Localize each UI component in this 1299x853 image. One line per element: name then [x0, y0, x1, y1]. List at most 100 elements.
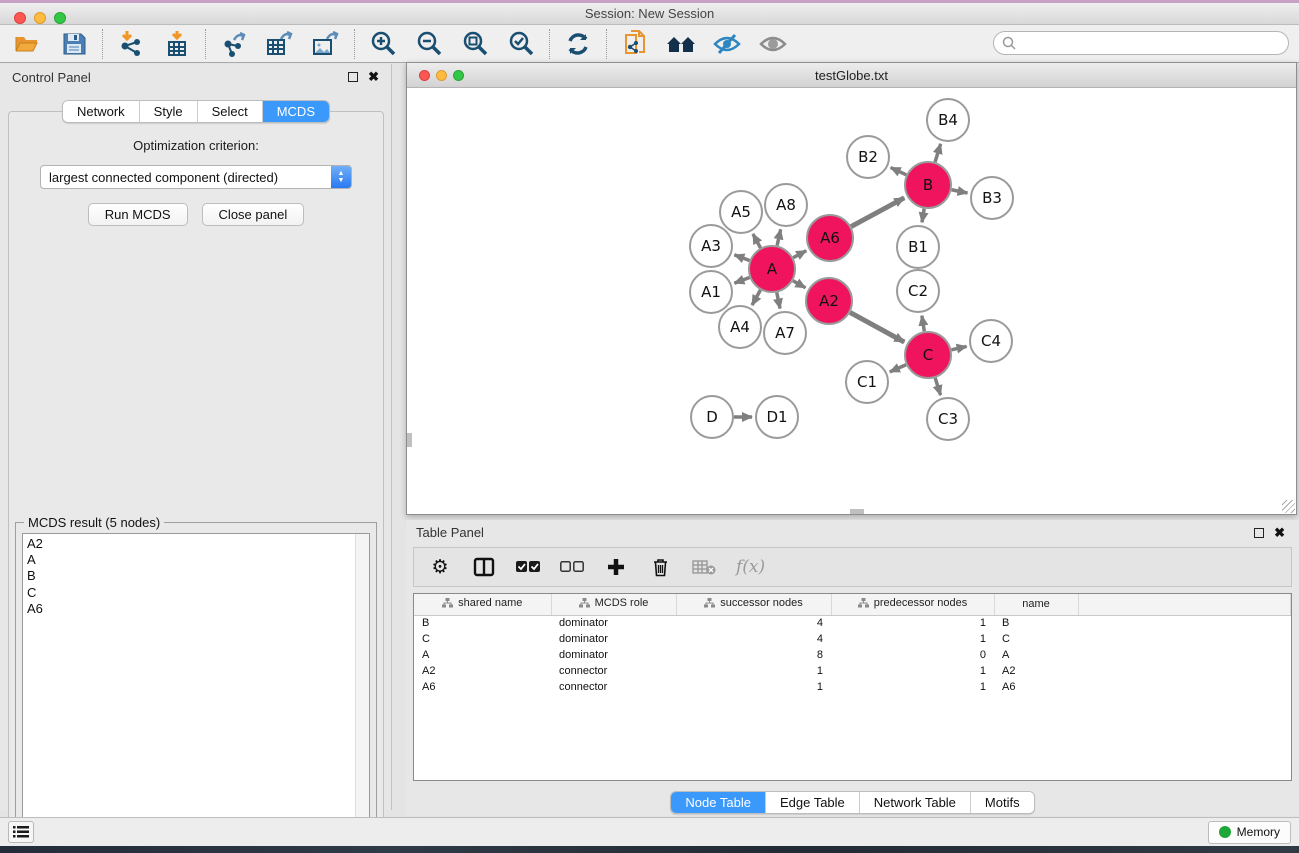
save-session-button[interactable]	[58, 28, 90, 60]
zoom-network-button[interactable]	[453, 70, 464, 81]
graph-node-B4[interactable]: B4	[927, 99, 969, 141]
close-table-panel-icon[interactable]: ✖	[1274, 528, 1285, 538]
edge-C-C2[interactable]	[922, 316, 924, 332]
table-cell[interactable]: 1	[831, 679, 994, 695]
table-cell[interactable]: A	[414, 647, 551, 663]
graph-node-B3[interactable]: B3	[971, 177, 1013, 219]
table-cell[interactable]: 4	[676, 631, 831, 647]
hide-selected-button[interactable]	[711, 28, 743, 60]
zoom-window-button[interactable]	[54, 12, 66, 24]
graph-node-D1[interactable]: D1	[756, 396, 798, 438]
close-panel-button[interactable]: Close panel	[202, 203, 305, 226]
delete-table-button[interactable]	[692, 553, 716, 581]
list-scrollbar[interactable]	[355, 534, 369, 852]
column-header-successor-nodes[interactable]: successor nodes	[676, 594, 831, 615]
run-mcds-button[interactable]: Run MCDS	[88, 203, 188, 226]
node-table[interactable]: shared nameMCDS rolesuccessor nodesprede…	[413, 593, 1292, 781]
network-canvas[interactable]: B4B2BB3A8A5A6A3B1AC2A1A2A4A7C4CC1DD1C3	[407, 88, 1296, 514]
edge-A-A6[interactable]	[793, 251, 806, 258]
zoom-fit-button[interactable]	[459, 28, 491, 60]
mcds-result-item[interactable]: A	[27, 552, 355, 568]
refresh-layout-button[interactable]	[562, 28, 594, 60]
show-all-button[interactable]	[757, 28, 789, 60]
deselect-all-button[interactable]	[560, 553, 584, 581]
table-row[interactable]: Bdominator41B	[414, 615, 1291, 631]
table-cell[interactable]: dominator	[551, 615, 676, 631]
table-row[interactable]: A6connector11A6	[414, 679, 1291, 695]
table-cell[interactable]: connector	[551, 679, 676, 695]
edge-C-C3[interactable]	[935, 378, 940, 395]
graph-node-A[interactable]: A	[749, 246, 795, 292]
clone-network-button[interactable]	[619, 28, 651, 60]
float-table-panel-icon[interactable]	[1254, 528, 1264, 538]
graph-node-C[interactable]: C	[905, 332, 951, 378]
table-cell[interactable]: A2	[994, 663, 1078, 679]
export-table-button[interactable]	[264, 28, 296, 60]
table-cell[interactable]: A6	[414, 679, 551, 695]
import-table-button[interactable]	[161, 28, 193, 60]
table-cell[interactable]: 8	[676, 647, 831, 663]
table-cell[interactable]: 0	[831, 647, 994, 663]
tab-motifs[interactable]: Motifs	[971, 792, 1034, 813]
graph-node-A6[interactable]: A6	[807, 215, 853, 261]
table-cell[interactable]: 1	[676, 663, 831, 679]
function-builder-button[interactable]: f(x)	[736, 553, 765, 581]
graph-node-A2[interactable]: A2	[806, 278, 852, 324]
graph-node-B1[interactable]: B1	[897, 226, 939, 268]
edge-A-A1[interactable]	[734, 277, 749, 283]
optimization-criterion-dropdown[interactable]: largest connected component (directed) ▲…	[40, 165, 352, 189]
zoom-in-button[interactable]	[367, 28, 399, 60]
select-all-button[interactable]	[516, 553, 540, 581]
graph-node-B[interactable]: B	[905, 162, 951, 208]
edge-A6-B[interactable]	[851, 198, 904, 227]
export-network-button[interactable]	[218, 28, 250, 60]
edge-A-A2[interactable]	[793, 281, 806, 288]
delete-selected-button[interactable]	[648, 553, 672, 581]
table-cell[interactable]: 1	[676, 679, 831, 695]
table-cell[interactable]: B	[414, 615, 551, 631]
edge-A-A4[interactable]	[752, 290, 760, 305]
close-panel-icon[interactable]: ✖	[368, 72, 379, 82]
edge-B-B2[interactable]	[891, 168, 907, 175]
graph-node-A8[interactable]: A8	[765, 184, 807, 226]
table-cell[interactable]: C	[994, 631, 1078, 647]
mcds-result-item[interactable]: A2	[27, 536, 355, 552]
graph-node-A1[interactable]: A1	[690, 271, 732, 313]
tab-node-table[interactable]: Node Table	[671, 792, 766, 813]
graph-node-C2[interactable]: C2	[897, 270, 939, 312]
table-cell[interactable]: A6	[994, 679, 1078, 695]
table-row[interactable]: Cdominator41C	[414, 631, 1291, 647]
show-task-history-button[interactable]	[8, 821, 34, 843]
mcds-result-item[interactable]: A6	[27, 601, 355, 617]
table-cell[interactable]: connector	[551, 663, 676, 679]
add-row-button[interactable]	[604, 553, 628, 581]
close-network-button[interactable]	[419, 70, 430, 81]
first-neighbors-button[interactable]	[665, 28, 697, 60]
zoom-selected-button[interactable]	[505, 28, 537, 60]
edge-B-B4[interactable]	[935, 144, 941, 162]
table-settings-button[interactable]: ⚙	[428, 553, 452, 581]
edge-C-C1[interactable]	[890, 365, 906, 372]
graph-node-C1[interactable]: C1	[846, 361, 888, 403]
table-cell[interactable]: A2	[414, 663, 551, 679]
import-network-button[interactable]	[115, 28, 147, 60]
edge-A-A7[interactable]	[777, 293, 780, 309]
tab-style[interactable]: Style	[140, 101, 198, 122]
open-session-button[interactable]	[12, 28, 44, 60]
edge-C-C4[interactable]	[951, 346, 966, 349]
tab-network[interactable]: Network	[63, 101, 140, 122]
graph-node-A3[interactable]: A3	[690, 225, 732, 267]
graph-node-C4[interactable]: C4	[970, 320, 1012, 362]
tab-network-table[interactable]: Network Table	[860, 792, 971, 813]
graph-node-C3[interactable]: C3	[927, 398, 969, 440]
window-resize-grip[interactable]	[1282, 500, 1295, 513]
table-cell[interactable]: 1	[831, 631, 994, 647]
table-cell[interactable]: B	[994, 615, 1078, 631]
column-header-name[interactable]: name	[994, 594, 1078, 615]
table-row[interactable]: Adominator80A	[414, 647, 1291, 663]
column-header-predecessor-nodes[interactable]: predecessor nodes	[831, 594, 994, 615]
edge-A-A3[interactable]	[734, 255, 749, 261]
edge-A2-C[interactable]	[850, 312, 904, 342]
table-cell[interactable]: A	[994, 647, 1078, 663]
graph-node-A7[interactable]: A7	[764, 312, 806, 354]
